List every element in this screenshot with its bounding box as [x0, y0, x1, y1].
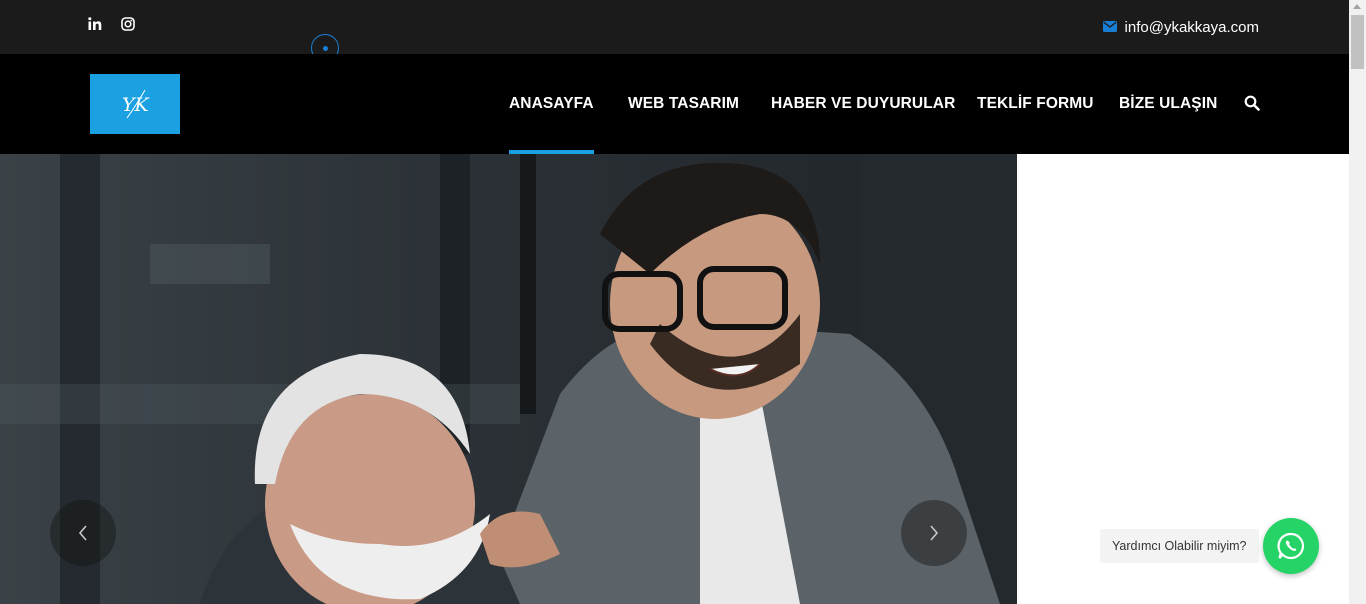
nav-item-bize-ulasin[interactable]: BİZE ULAŞIN [1119, 54, 1217, 154]
email-text: info@ykakkaya.com [1124, 18, 1259, 36]
main-header: YK ANASAYFA WEB TASARIM HABER VE DUYURUL… [0, 54, 1349, 154]
chat-prompt-bubble[interactable]: Yardımcı Olabilir miyim? [1100, 529, 1259, 563]
envelope-icon [1102, 19, 1117, 36]
instagram-icon[interactable] [121, 17, 135, 36]
hero-image [0, 154, 1017, 604]
nav-item-web-tasarim[interactable]: WEB TASARIM [628, 54, 739, 154]
slider-prev-button[interactable] [50, 500, 116, 566]
scroll-up-arrow[interactable] [1353, 4, 1361, 9]
scroll-thumb[interactable] [1351, 15, 1364, 69]
nav-item-teklif-formu[interactable]: TEKLİF FORMU [977, 54, 1094, 154]
slider-next-button[interactable] [901, 500, 967, 566]
main-navigation: ANASAYFA WEB TASARIM HABER VE DUYURULAR … [0, 54, 1349, 154]
nav-item-anasayfa[interactable]: ANASAYFA [509, 54, 594, 154]
email-link[interactable]: info@ykakkaya.com [1102, 17, 1259, 37]
cursor-dot [323, 46, 328, 51]
top-bar: info@ykakkaya.com [0, 0, 1349, 62]
hero-slider [0, 154, 1017, 604]
whatsapp-icon [1277, 532, 1305, 560]
whatsapp-chat-button[interactable] [1263, 518, 1319, 574]
linkedin-icon[interactable] [88, 17, 102, 36]
nav-item-haber-ve-duyurular[interactable]: HABER VE DUYURULAR [771, 54, 955, 154]
chevron-left-icon [78, 525, 87, 541]
page-scrollbar[interactable] [1349, 0, 1366, 604]
chevron-right-icon [930, 525, 939, 541]
search-icon[interactable] [1244, 95, 1260, 116]
